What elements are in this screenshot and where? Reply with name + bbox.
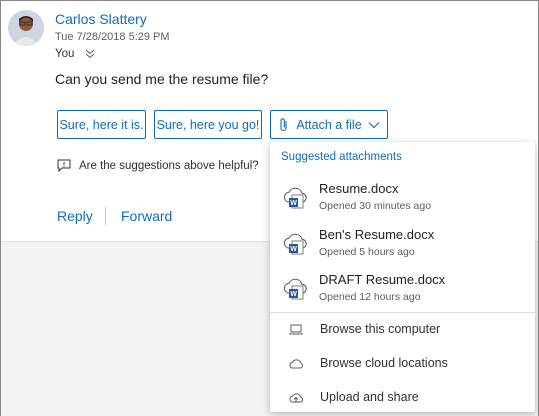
expand-recipients-icon[interactable] [84, 48, 96, 60]
svg-text:W: W [290, 246, 297, 253]
recipient-label: You [55, 48, 75, 60]
message-body: Can you send me the resume file? [55, 71, 269, 87]
paperclip-icon [280, 117, 287, 131]
attachment-item[interactable]: W Resume.docx Opened 30 minutes ago [270, 178, 535, 220]
attachment-name: DRAFT Resume.docx [319, 272, 446, 287]
cloud-word-file-icon: W [283, 278, 307, 300]
cloud-word-file-icon: W [283, 233, 307, 255]
forward-button[interactable]: Forward [121, 208, 172, 224]
feedback-icon [57, 159, 71, 172]
attachment-name: Ben's Resume.docx [319, 227, 435, 242]
attach-file-button[interactable]: Attach a file [270, 110, 388, 139]
browse-cloud-option[interactable]: Browse cloud locations [270, 349, 535, 379]
reply-button[interactable]: Reply [57, 208, 93, 224]
person-avatar-icon [8, 10, 44, 46]
svg-text:W: W [290, 291, 297, 298]
browse-cloud-label: Browse cloud locations [320, 356, 448, 370]
cloud-upload-icon [289, 393, 303, 403]
action-divider [105, 207, 106, 225]
feedback-prompt: Are the suggestions above helpful? [79, 159, 259, 172]
attachment-meta: Opened 5 hours ago [319, 246, 415, 258]
attach-file-label: Attach a file [296, 117, 362, 132]
suggested-attachments-header: Suggested attachments [281, 151, 402, 163]
browse-computer-label: Browse this computer [320, 322, 441, 336]
suggestion-feedback[interactable]: Are the suggestions above helpful? [57, 159, 259, 172]
avatar[interactable] [8, 10, 44, 46]
chevron-down-icon [368, 121, 380, 128]
suggested-reply-button-2[interactable]: Sure, here you go! [154, 110, 262, 139]
upload-share-option[interactable]: Upload and share [270, 383, 535, 413]
attachment-meta: Opened 12 hours ago [319, 291, 421, 303]
laptop-icon [289, 324, 303, 335]
attachments-dropdown: Suggested attachments W Resume.docx Open… [270, 142, 535, 412]
message-date: Tue 7/28/2018 5:29 PM [55, 31, 170, 43]
recipient-row: You [55, 48, 96, 60]
dropdown-separator [270, 312, 535, 313]
email-reading-pane: Carlos Slattery Tue 7/28/2018 5:29 PM Yo… [0, 0, 539, 416]
attachment-item[interactable]: W DRAFT Resume.docx Opened 12 hours ago [270, 269, 535, 311]
cloud-word-file-icon: W [283, 187, 307, 209]
svg-text:W: W [290, 200, 297, 207]
cloud-icon [289, 359, 303, 369]
upload-share-label: Upload and share [320, 390, 419, 404]
attachment-meta: Opened 30 minutes ago [319, 200, 432, 212]
browse-computer-option[interactable]: Browse this computer [270, 315, 535, 345]
suggested-reply-button-1[interactable]: Sure, here it is. [57, 110, 146, 139]
sender-name[interactable]: Carlos Slattery [55, 11, 147, 27]
attachment-name: Resume.docx [319, 181, 399, 196]
attachment-item[interactable]: W Ben's Resume.docx Opened 5 hours ago [270, 224, 535, 266]
